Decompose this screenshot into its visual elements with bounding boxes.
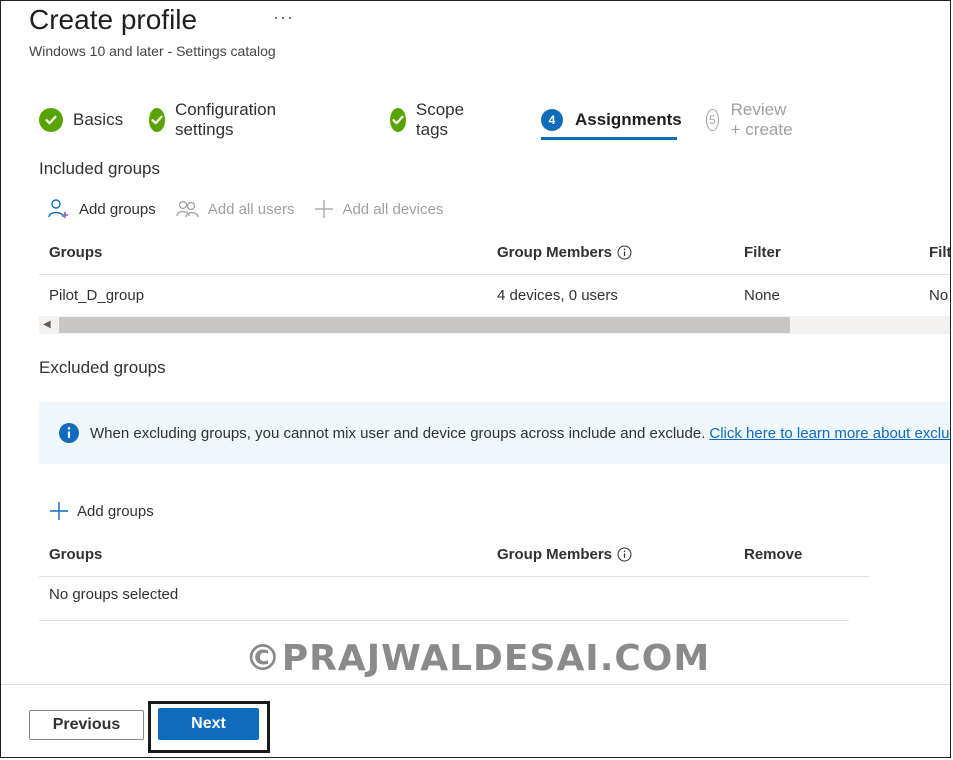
included-command-bar: Add groups Add all users Add all devices xyxy=(47,197,463,221)
included-group-name: Pilot_D_group xyxy=(49,287,145,304)
step-configuration-settings[interactable]: Configuration settings xyxy=(149,100,284,139)
info-icon[interactable] xyxy=(617,547,632,562)
step-scope-tags[interactable]: Scope tags xyxy=(390,100,472,139)
excluded-grid-bottom-divider xyxy=(39,620,849,621)
step-assignments[interactable]: 4 Assignments xyxy=(541,105,682,135)
scroll-left-icon[interactable]: ◀ xyxy=(43,319,51,330)
page-title: Create profile xyxy=(29,4,198,35)
exclusion-info-banner: When excluding groups, you cannot mix us… xyxy=(39,402,950,464)
column-header-group-members[interactable]: Group Members xyxy=(497,244,632,261)
step-review-create[interactable]: 5 Review + create xyxy=(706,100,796,139)
step-label: Scope tags xyxy=(415,100,465,139)
add-all-devices-button[interactable]: Add all devices xyxy=(314,199,443,219)
column-header-label: Group Members xyxy=(497,546,613,563)
scrollbar-thumb[interactable] xyxy=(59,317,790,333)
more-options-button[interactable]: ··· xyxy=(273,7,294,28)
step-label: Assignments xyxy=(575,110,682,129)
excluded-column-header-remove: Remove xyxy=(744,546,803,563)
step-basics[interactable]: Basics xyxy=(39,105,123,135)
active-step-indicator xyxy=(541,137,677,140)
learn-more-link[interactable]: Click here to learn more about exclud xyxy=(709,425,950,442)
page-header: Create profile ··· Windows 10 and later … xyxy=(29,3,293,59)
add-all-devices-label: Add all devices xyxy=(342,200,444,218)
previous-button[interactable]: Previous xyxy=(29,710,144,740)
add-groups-button[interactable]: Add groups xyxy=(47,198,156,220)
add-groups-label: Add groups xyxy=(79,200,156,218)
horizontal-scrollbar[interactable]: ◀ xyxy=(39,316,950,334)
watermark: ©PRAJWALDESAI.COM xyxy=(244,638,711,679)
plus-icon xyxy=(314,199,334,219)
column-header-filter[interactable]: Filter xyxy=(744,244,781,261)
create-profile-wizard: Create profile ··· Windows 10 and later … xyxy=(0,0,951,758)
step-label: Review + create xyxy=(730,100,793,139)
add-groups-label: Add groups xyxy=(77,502,154,520)
excluded-grid-header-divider xyxy=(39,576,869,577)
grid-header-divider xyxy=(39,274,950,275)
step-label: Configuration settings xyxy=(174,100,277,139)
plus-icon xyxy=(49,501,69,521)
next-button[interactable]: Next xyxy=(158,708,259,740)
info-icon[interactable] xyxy=(617,245,632,260)
included-group-members: 4 devices, 0 users xyxy=(497,287,618,304)
step-label: Basics xyxy=(73,110,124,129)
excluded-add-groups-button[interactable]: Add groups xyxy=(49,501,154,521)
checkmark-icon xyxy=(149,108,165,132)
add-user-icon xyxy=(47,198,71,220)
excluded-column-header-groups[interactable]: Groups xyxy=(49,546,102,563)
add-all-users-label: Add all users xyxy=(207,200,295,218)
checkmark-icon xyxy=(390,108,406,132)
column-header-filter-mode[interactable]: Filt xyxy=(929,244,950,261)
excluded-command-bar: Add groups xyxy=(49,499,174,523)
no-groups-message: No groups selected xyxy=(49,586,179,603)
included-groups-heading: Included groups xyxy=(39,159,160,178)
excluded-groups-heading: Excluded groups xyxy=(39,358,166,377)
step-number-badge: 4 xyxy=(541,109,563,131)
included-group-filter[interactable]: None xyxy=(744,287,780,304)
add-all-users-button[interactable]: Add all users xyxy=(176,198,295,220)
included-group-filter-mode: No xyxy=(929,287,949,304)
step-number-badge: 5 xyxy=(706,109,719,131)
page-subtitle: Windows 10 and later - Settings catalog xyxy=(29,43,276,59)
excluded-column-header-group-members[interactable]: Group Members xyxy=(497,546,632,563)
info-banner-text: When excluding groups, you cannot mix us… xyxy=(90,424,706,442)
column-header-label: Group Members xyxy=(497,244,613,261)
column-header-groups[interactable]: Groups xyxy=(49,244,102,261)
footer-divider xyxy=(1,684,950,685)
info-circle-icon xyxy=(59,423,79,443)
users-icon xyxy=(176,198,200,220)
checkmark-icon xyxy=(39,108,63,132)
